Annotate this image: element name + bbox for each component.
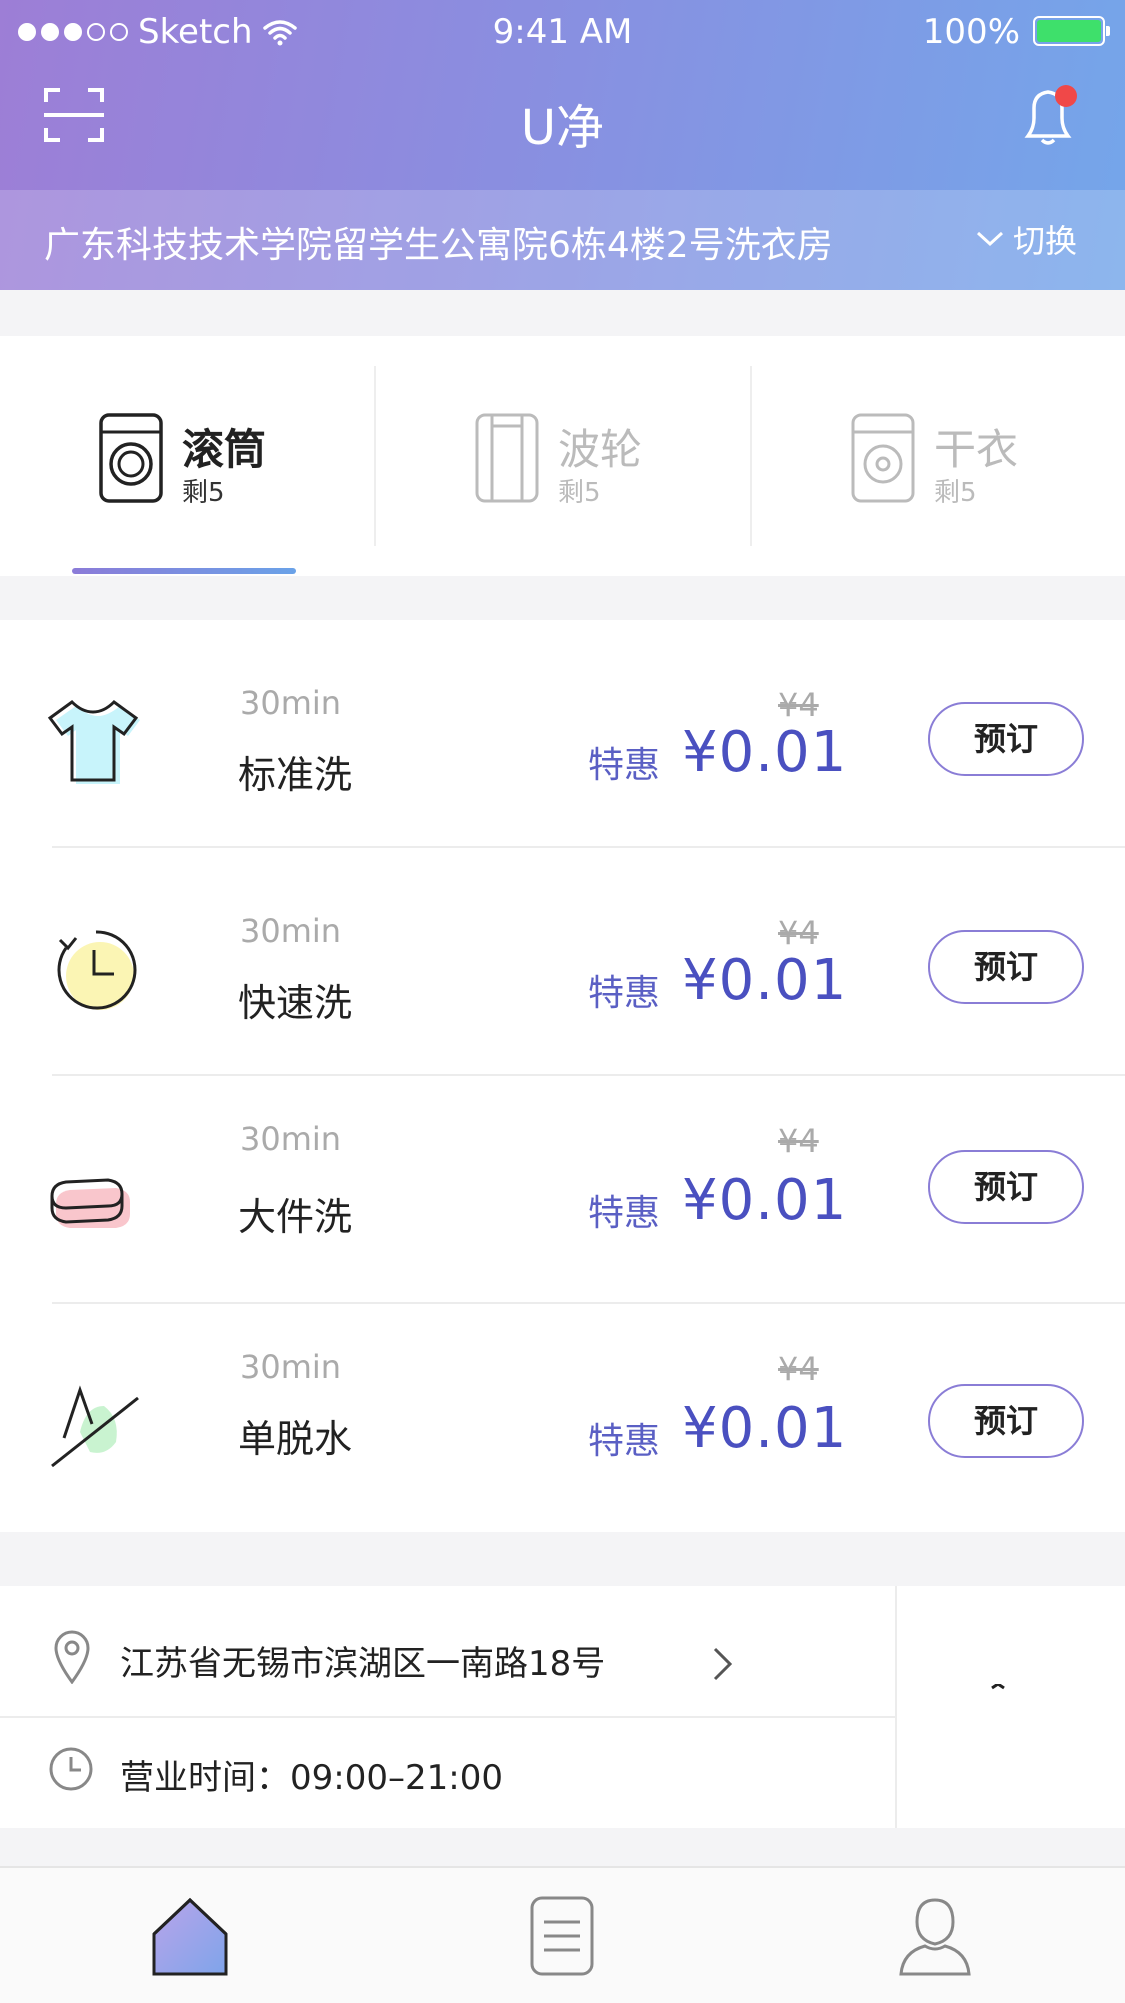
hours-label: 营业时间： [120,1758,290,1798]
deal-label: 特惠 [588,1421,661,1462]
deal-price: ¥0.01 [682,948,848,1013]
dryer-icon [851,413,915,503]
tab-drum-remaining: 剩5 [182,478,225,508]
deal-price: ¥0.01 [682,1168,848,1233]
book-button[interactable]: 预订 [928,1384,1084,1458]
spin-dry-icon [51,1385,139,1468]
hours-value: 09:00–21:00 [290,1758,503,1798]
tab-drum-label: 滚筒 [182,425,267,474]
service-item[interactable]: 30min 大件洗 ¥4 特惠 ¥0.01 预订 [0,1076,1125,1304]
home-icon[interactable] [150,1894,230,1978]
battery-icon [1033,16,1110,46]
original-price: ¥4 [778,914,819,952]
bottom-tab-bar [0,1866,1125,2003]
store-address: 江苏省无锡市滨湖区一南路18号 [120,1644,606,1684]
switch-label: 切换 [1013,222,1078,260]
book-button[interactable]: 预订 [928,930,1084,1004]
top-loader-icon [475,413,539,503]
tab-dryer[interactable]: 干衣 剩5 [752,336,1125,576]
tab-dryer-label: 干衣 [934,425,1019,474]
service-item[interactable]: 30min 快速洗 ¥4 特惠 ¥0.01 预订 [0,848,1125,1076]
battery-percent: 100% [922,12,1020,52]
tab-impeller-remaining: 剩5 [558,478,601,508]
chevron-right-icon [713,1647,733,1681]
business-hours: 营业时间：09:00–21:00 [120,1750,503,1799]
deal-price: ¥0.01 [682,1396,848,1461]
deal-label: 特惠 [588,973,661,1014]
service-item[interactable]: 30min 标准洗 ¥4 特惠 ¥0.01 预订 [0,620,1125,848]
deal-label: 特惠 [588,1193,661,1234]
service-duration: 30min [240,1120,342,1158]
deal-label: 特惠 [588,745,661,786]
tab-active-indicator [72,568,296,574]
washer-icon [99,413,163,503]
page-title: U净 [520,100,605,156]
status-bar: Sketch 9:41 AM 100% [0,0,1125,62]
original-price: ¥4 [778,686,819,724]
clock-icon [49,1747,93,1791]
notification-badge [1055,85,1077,107]
book-button[interactable]: 预订 [928,702,1084,776]
tab-dryer-remaining: 剩5 [934,478,977,508]
service-list: 30min 标准洗 ¥4 特惠 ¥0.01 预订 30min 快速洗 ¥4 特惠… [0,620,1125,1532]
original-price: ¥4 [778,1122,819,1160]
chevron-down-icon [976,231,1004,247]
tab-impeller[interactable]: 波轮 剩5 [376,336,751,576]
service-name: 标准洗 [238,753,353,797]
service-duration: 30min [240,684,342,722]
bell-icon[interactable] [1020,84,1078,148]
service-item[interactable]: 30min 单脱水 ¥4 特惠 ¥0.01 预订 [0,1304,1125,1532]
location-pin-icon [54,1630,90,1684]
laundry-address: 广东科技技术学院留学生公寓院6栋4楼2号洗衣房 [44,225,833,266]
original-price: ¥4 [778,1350,819,1388]
service-name: 单脱水 [238,1417,353,1461]
service-duration: 30min [240,912,342,950]
store-divider [895,1586,897,1828]
service-name: 大件洗 [238,1195,353,1239]
tab-impeller-label: 波轮 [558,425,643,474]
header: Sketch 9:41 AM 100% U净 广东科技技术学院留学生公寓院6栋4… [0,0,1125,290]
deal-price: ¥0.01 [682,720,848,785]
tshirt-icon [47,700,140,784]
nav-bar: U净 [0,62,1125,190]
phone-icon[interactable] [976,1684,1020,1734]
orders-icon[interactable] [522,1894,602,1978]
tab-drum[interactable]: 滚筒 剩5 [0,336,375,576]
store-info: 江苏省无锡市滨湖区一南路18号 营业时间：09:00–21:00 [0,1586,1125,1828]
blanket-icon [50,1178,130,1228]
timer-icon [57,930,137,1010]
book-button[interactable]: 预订 [928,1150,1084,1224]
location-bar[interactable]: 广东科技技术学院留学生公寓院6栋4楼2号洗衣房 切换 [0,190,1125,290]
profile-icon[interactable] [895,1894,975,1978]
service-duration: 30min [240,1348,342,1386]
service-name: 快速洗 [238,981,353,1025]
machine-tabs: 滚筒 剩5 波轮 剩5 干衣 剩5 [0,336,1125,576]
switch-location-button[interactable]: 切换 [975,216,1077,262]
store-address-row[interactable]: 江苏省无锡市滨湖区一南路18号 [0,1586,895,1718]
